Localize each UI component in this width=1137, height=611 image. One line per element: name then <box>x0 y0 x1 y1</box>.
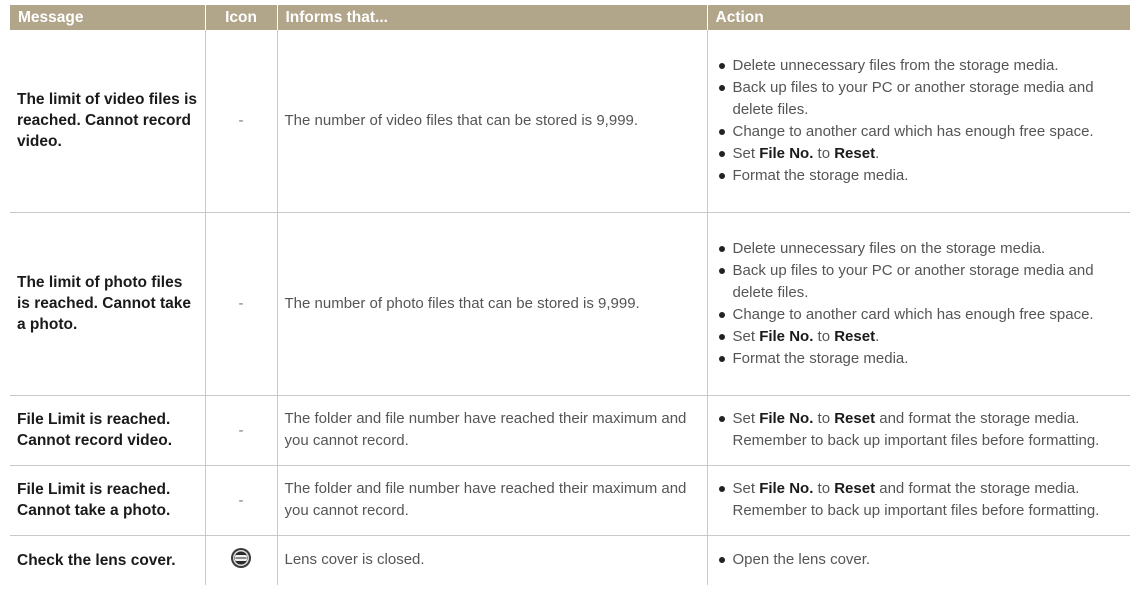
action-text: Set <box>732 327 760 345</box>
action-item: Change to another card which has enough … <box>718 304 1124 326</box>
action-text: to <box>813 410 835 427</box>
action-cell: Set File No. to Reset and format the sto… <box>706 395 1130 466</box>
action-item: Set File No. to Reset and format the sto… <box>718 408 1124 452</box>
informs-cell: The number of video files that can be st… <box>276 30 707 213</box>
message-cell: The limit of photo files is reached. Can… <box>10 212 205 396</box>
action-item: Open the lens cover. <box>718 549 1124 571</box>
informs-cell: The folder and file number have reached … <box>276 465 707 536</box>
action-cell: Open the lens cover. <box>706 535 1130 585</box>
action-cell: Delete unnecessary files on the storage … <box>706 212 1130 396</box>
header-action: Action <box>706 5 1130 30</box>
action-item: Back up files to your PC or another stor… <box>718 77 1124 121</box>
messages-table: Message Icon Informs that... Action The … <box>10 5 1130 585</box>
action-item: Change to another card which has enough … <box>718 121 1124 143</box>
action-list: Open the lens cover. <box>715 549 1124 571</box>
table-row: The limit of video files is reached. Can… <box>10 30 1130 213</box>
icon-cell: - <box>204 30 277 213</box>
action-text: Set <box>732 144 760 162</box>
setting-value: Reset <box>834 410 876 427</box>
table-row: The limit of photo files is reached. Can… <box>10 212 1130 396</box>
action-text: to <box>813 144 835 162</box>
table-row: Check the lens cover. Lens cover is clos… <box>10 535 1130 585</box>
action-item: Format the storage media. <box>718 165 1124 187</box>
icon-cell <box>204 535 277 585</box>
action-item: Set File No. to Reset. <box>718 143 1124 165</box>
setting-name: File No. <box>759 144 814 162</box>
icon-cell: - <box>204 212 277 396</box>
message-cell: Check the lens cover. <box>17 551 176 569</box>
lens-cover-icon <box>230 547 252 573</box>
action-item: Delete unnecessary files from the storag… <box>718 55 1124 77</box>
setting-name: File No. <box>759 480 814 497</box>
action-list: Delete unnecessary files from the storag… <box>715 55 1124 187</box>
setting-name: File No. <box>759 327 814 345</box>
informs-cell: The number of photo files that can be st… <box>276 212 707 396</box>
action-text: Set <box>732 480 760 497</box>
action-text: . <box>875 144 880 162</box>
header-informs: Informs that... <box>276 5 707 30</box>
informs-cell: Lens cover is closed. <box>276 535 707 585</box>
icon-cell: - <box>204 465 277 536</box>
action-item: Set File No. to Reset. <box>718 326 1124 348</box>
message-cell: File Limit is reached. Cannot record vid… <box>10 395 205 466</box>
action-item: Delete unnecessary files on the storage … <box>718 238 1124 260</box>
message-cell: File Limit is reached. Cannot take a pho… <box>10 465 205 536</box>
setting-value: Reset <box>834 327 876 345</box>
header-icon: Icon <box>204 5 277 30</box>
setting-value: Reset <box>834 480 876 497</box>
table-row: File Limit is reached. Cannot record vid… <box>10 395 1130 466</box>
action-text: . <box>875 327 880 345</box>
action-cell: Set File No. to Reset and format the sto… <box>706 465 1130 536</box>
icon-cell: - <box>204 395 277 466</box>
action-text: Set <box>732 410 760 427</box>
action-text: to <box>813 480 835 497</box>
action-item: Back up files to your PC or another stor… <box>718 260 1124 304</box>
action-text: to <box>813 327 835 345</box>
action-list: Set File No. to Reset and format the sto… <box>715 478 1124 522</box>
table-header-row: Message Icon Informs that... Action <box>10 5 1130 30</box>
setting-name: File No. <box>759 410 814 427</box>
action-cell: Delete unnecessary files from the storag… <box>706 30 1130 213</box>
action-list: Set File No. to Reset and format the sto… <box>715 408 1124 452</box>
action-item: Set File No. to Reset and format the sto… <box>718 478 1124 522</box>
setting-value: Reset <box>834 144 876 162</box>
action-item: Format the storage media. <box>718 348 1124 370</box>
header-message: Message <box>10 5 205 30</box>
message-cell: The limit of video files is reached. Can… <box>10 30 205 213</box>
action-list: Delete unnecessary files on the storage … <box>715 238 1124 370</box>
table-row: File Limit is reached. Cannot take a pho… <box>10 465 1130 536</box>
informs-cell: The folder and file number have reached … <box>276 395 707 466</box>
